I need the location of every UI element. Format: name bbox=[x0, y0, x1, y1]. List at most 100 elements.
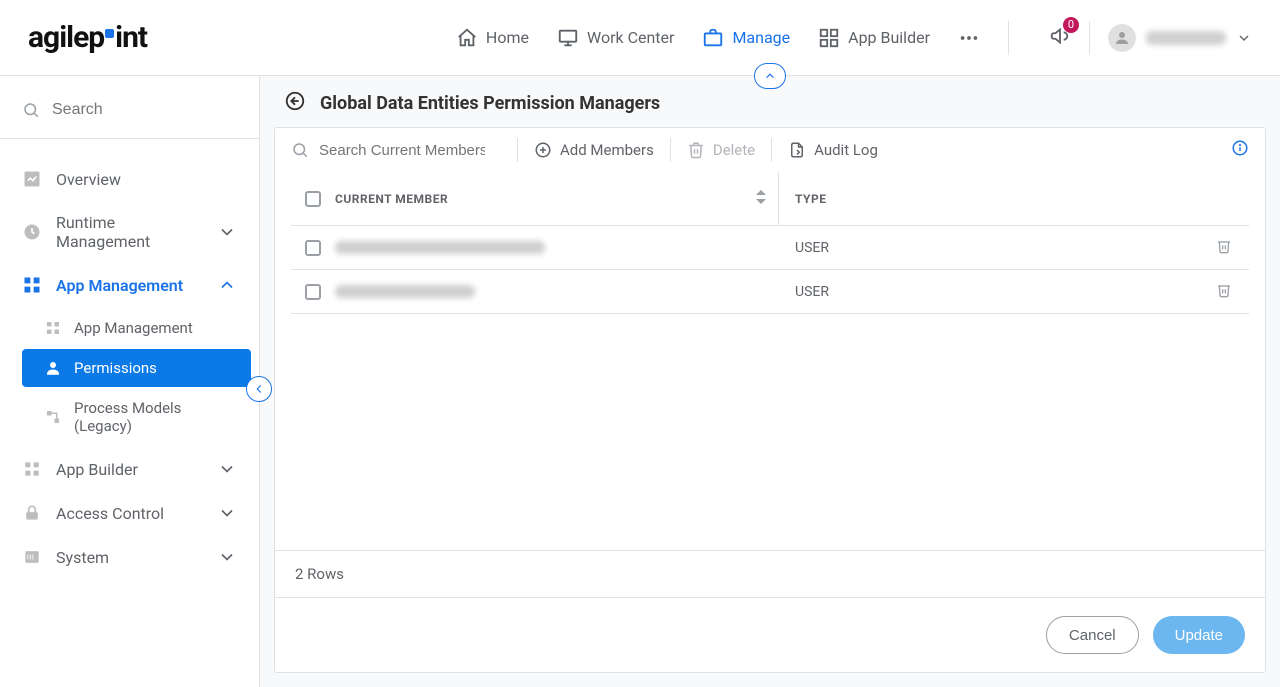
sidebar-item-label: App Management bbox=[56, 276, 183, 295]
sidebar-item-label: Runtime Management bbox=[56, 213, 203, 251]
sidebar-item-system[interactable]: System bbox=[0, 535, 259, 579]
sidebar-item-overview[interactable]: Overview bbox=[0, 157, 259, 201]
chevron-down-icon bbox=[1236, 30, 1252, 46]
nav-home[interactable]: Home bbox=[456, 27, 529, 49]
sidebar-sub-label: Process Models (Legacy) bbox=[74, 399, 237, 435]
topbar: agilep int Home Work Center Manage App B… bbox=[0, 0, 1280, 76]
sidebar-sub-label: App Management bbox=[74, 319, 193, 337]
ellipsis-icon bbox=[958, 27, 980, 49]
row-delete-button[interactable] bbox=[1216, 238, 1232, 258]
info-button[interactable] bbox=[1231, 139, 1249, 161]
sidebar-search-input[interactable] bbox=[50, 100, 237, 120]
briefcase-icon bbox=[702, 27, 724, 49]
sidebar-sub-app-management[interactable]: App Management bbox=[22, 309, 251, 347]
brand-text-right: int bbox=[115, 20, 147, 55]
table-row: USER bbox=[291, 226, 1249, 270]
brand-text-left: agilep bbox=[28, 20, 104, 55]
nav-manage-label: Manage bbox=[732, 28, 790, 47]
row-delete-button[interactable] bbox=[1216, 282, 1232, 302]
sidebar-item-app-management[interactable]: App Management bbox=[0, 263, 259, 307]
grid-icon bbox=[818, 27, 840, 49]
chevron-down-icon bbox=[217, 459, 237, 479]
trash-icon bbox=[1216, 282, 1232, 298]
toolbar: Add Members Delete Audit Log bbox=[275, 128, 1265, 172]
row-type: USER bbox=[795, 284, 829, 300]
sidebar-item-label: System bbox=[56, 548, 109, 567]
table-header: CURRENT MEMBER TYPE bbox=[291, 172, 1249, 226]
update-button[interactable]: Update bbox=[1153, 616, 1245, 654]
footer: Cancel Update bbox=[275, 597, 1265, 672]
sidebar-sub-permissions[interactable]: Permissions bbox=[22, 349, 251, 387]
row-type: USER bbox=[795, 240, 829, 256]
nav-separator bbox=[1089, 21, 1090, 55]
toolbar-separator bbox=[771, 138, 772, 162]
search-members-input[interactable] bbox=[317, 141, 487, 160]
user-name-blurred bbox=[1146, 31, 1226, 45]
notifications-badge: 0 bbox=[1063, 17, 1079, 33]
nav-manage[interactable]: Manage bbox=[702, 27, 790, 49]
chevron-left-icon bbox=[252, 382, 266, 396]
brand-dot-icon bbox=[105, 29, 114, 38]
chevron-up-icon bbox=[217, 275, 237, 295]
trash-icon bbox=[1216, 238, 1232, 254]
add-members-button[interactable]: Add Members bbox=[534, 141, 654, 159]
sidebar-item-access-control[interactable]: Access Control bbox=[0, 491, 259, 535]
member-name-blurred bbox=[335, 285, 475, 298]
sort-icon[interactable] bbox=[756, 190, 766, 207]
back-button[interactable] bbox=[284, 90, 306, 117]
toolbar-separator bbox=[517, 138, 518, 162]
nav-app-builder[interactable]: App Builder bbox=[818, 27, 930, 49]
tiles-icon bbox=[44, 319, 62, 337]
row-checkbox[interactable] bbox=[305, 240, 321, 256]
main-nav: Home Work Center Manage App Builder 0 bbox=[456, 21, 1252, 55]
member-name-blurred bbox=[335, 241, 545, 254]
sidebar-sub-process-models[interactable]: Process Models (Legacy) bbox=[22, 389, 251, 445]
nav-separator bbox=[1008, 21, 1009, 55]
table-row: USER bbox=[291, 270, 1249, 314]
server-icon bbox=[22, 547, 42, 567]
avatar bbox=[1108, 24, 1136, 52]
sidebar-search[interactable] bbox=[0, 94, 259, 139]
notifications-button[interactable]: 0 bbox=[1049, 25, 1071, 51]
process-icon bbox=[44, 408, 62, 426]
search-members[interactable] bbox=[291, 141, 501, 160]
column-type-label: TYPE bbox=[795, 192, 826, 206]
chevron-down-icon bbox=[217, 222, 237, 242]
cancel-button[interactable]: Cancel bbox=[1046, 616, 1139, 654]
home-icon bbox=[456, 27, 478, 49]
nav-home-label: Home bbox=[486, 28, 529, 47]
user-menu[interactable] bbox=[1108, 24, 1252, 52]
sidebar: Overview Runtime Management App Manageme… bbox=[0, 76, 260, 687]
nav-more[interactable] bbox=[958, 27, 980, 49]
info-icon bbox=[1231, 139, 1249, 157]
audit-log-button[interactable]: Audit Log bbox=[788, 141, 878, 159]
search-icon bbox=[291, 141, 309, 159]
grid-mini-icon bbox=[22, 459, 42, 479]
sidebar-item-label: App Builder bbox=[56, 460, 138, 479]
sidebar-item-runtime[interactable]: Runtime Management bbox=[0, 201, 259, 263]
sidebar-item-label: Access Control bbox=[56, 504, 164, 523]
chevron-down-icon bbox=[217, 547, 237, 567]
lock-icon bbox=[22, 503, 42, 523]
rows-count: 2 Rows bbox=[275, 550, 1265, 597]
select-all-checkbox[interactable] bbox=[305, 191, 321, 207]
chevron-down-icon bbox=[217, 503, 237, 523]
nav-work-center[interactable]: Work Center bbox=[557, 27, 674, 49]
sidebar-item-label: Overview bbox=[56, 170, 121, 189]
main-area: Global Data Entities Permission Managers… bbox=[260, 76, 1280, 687]
toolbar-separator bbox=[670, 138, 671, 162]
sidebar-collapse-button[interactable] bbox=[246, 376, 272, 402]
page-title: Global Data Entities Permission Managers bbox=[320, 93, 660, 114]
audit-log-label: Audit Log bbox=[814, 141, 878, 159]
document-icon bbox=[788, 141, 806, 159]
trash-icon bbox=[687, 141, 705, 159]
delete-label: Delete bbox=[713, 141, 755, 159]
members-card: Add Members Delete Audit Log bbox=[274, 127, 1266, 673]
nav-app-builder-label: App Builder bbox=[848, 28, 930, 47]
sidebar-item-app-builder[interactable]: App Builder bbox=[0, 447, 259, 491]
page-expand-chip[interactable] bbox=[754, 63, 786, 89]
row-checkbox[interactable] bbox=[305, 284, 321, 300]
apps-icon bbox=[22, 275, 42, 295]
clock-icon bbox=[22, 222, 42, 242]
column-member-label[interactable]: CURRENT MEMBER bbox=[335, 192, 448, 206]
